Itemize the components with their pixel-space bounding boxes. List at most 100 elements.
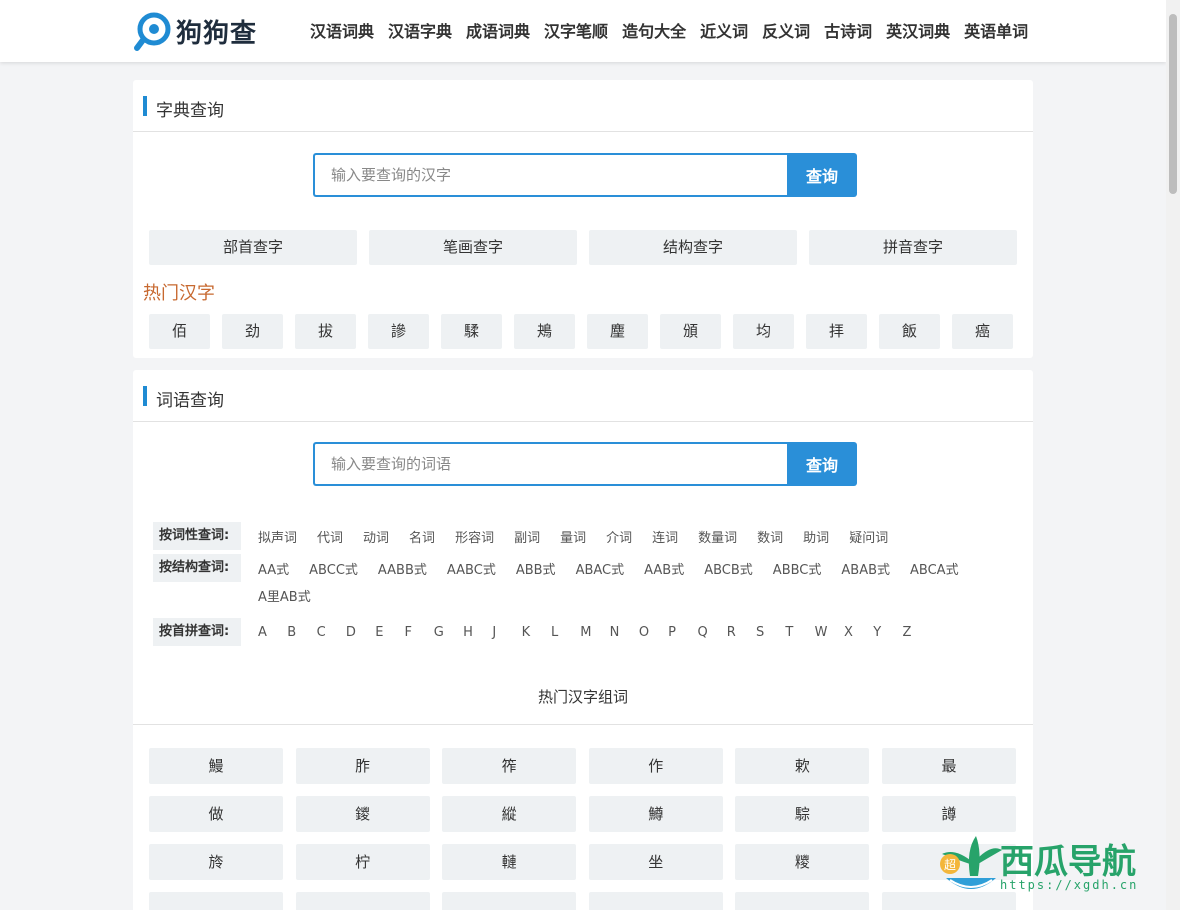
pos-link[interactable]: 疑问词 — [849, 527, 888, 546]
pos-link[interactable]: 副词 — [514, 527, 540, 546]
scrollbar-thumb[interactable] — [1169, 14, 1177, 194]
nav-item-hanyu-cidian[interactable]: 汉语词典 — [310, 18, 374, 42]
nav-item-yingyu[interactable]: 英语单词 — [964, 18, 1028, 42]
pinyin-letter-link[interactable]: P — [668, 625, 697, 640]
hot-char[interactable]: 麈 — [587, 314, 648, 349]
hot-word-item[interactable]: 糭 — [735, 844, 870, 880]
nav-item-hanyu-zidian[interactable]: 汉语字典 — [388, 18, 452, 42]
structure-link[interactable]: ABCB式 — [704, 559, 753, 578]
pinyin-letter-link[interactable]: M — [580, 625, 609, 640]
pinyin-letter-link[interactable]: W — [815, 625, 844, 640]
hot-word-item[interactable] — [442, 892, 577, 910]
pinyin-letter-link[interactable]: X — [844, 625, 873, 640]
hot-char[interactable]: 劲 — [222, 314, 283, 349]
pos-link[interactable]: 拟声词 — [258, 527, 297, 546]
pinyin-letter-link[interactable]: R — [727, 625, 756, 640]
structure-link[interactable]: AAB式 — [644, 559, 684, 578]
hot-word-item[interactable]: 鱒 — [588, 796, 723, 832]
pos-link[interactable]: 量词 — [560, 527, 586, 546]
hot-char[interactable]: 佰 — [149, 314, 210, 349]
site-logo[interactable]: 狗狗查 — [134, 10, 257, 52]
hot-word-item[interactable]: 騌 — [735, 796, 870, 832]
hot-word-item[interactable]: 鰻 — [149, 748, 283, 784]
hot-word-item[interactable]: 縱 — [442, 796, 577, 832]
pos-link[interactable]: 代词 — [317, 527, 343, 546]
structure-link[interactable]: ABBC式 — [773, 559, 822, 578]
pos-link[interactable]: 名词 — [409, 527, 435, 546]
hot-word-item[interactable]: 胙 — [295, 748, 430, 784]
nav-item-chengyu[interactable]: 成语词典 — [466, 18, 530, 42]
hot-char[interactable]: 拝 — [806, 314, 867, 349]
pinyin-letter-link[interactable]: Z — [903, 625, 932, 640]
hot-char[interactable]: 癌 — [952, 314, 1013, 349]
pinyin-letter-link[interactable]: J — [492, 625, 521, 640]
pinyin-letter-link[interactable]: G — [434, 625, 463, 640]
pos-link[interactable]: 助词 — [803, 527, 829, 546]
pinyin-letter-link[interactable]: B — [287, 625, 316, 640]
pinyin-letter-link[interactable]: Y — [873, 625, 902, 640]
pos-link[interactable]: 数量词 — [698, 527, 737, 546]
structure-link[interactable]: AABB式 — [378, 559, 427, 578]
hot-word-item[interactable]: 譐 — [881, 796, 1016, 832]
structure-link[interactable]: ABCA式 — [910, 559, 959, 578]
pos-link[interactable]: 介词 — [606, 527, 632, 546]
word-search-button[interactable]: 查询 — [787, 442, 857, 486]
pinyin-letter-link[interactable]: K — [522, 625, 551, 640]
method-radical[interactable]: 部首查字 — [149, 230, 357, 265]
structure-link[interactable]: AA式 — [258, 559, 289, 578]
pinyin-letter-link[interactable]: A — [258, 625, 287, 640]
nav-item-fanyici[interactable]: 反义词 — [762, 18, 810, 42]
hot-word-item[interactable]: 欶 — [735, 748, 870, 784]
nav-item-yinghan[interactable]: 英汉词典 — [886, 18, 950, 42]
pinyin-letter-link[interactable]: Q — [697, 625, 726, 640]
pinyin-letter-link[interactable]: L — [551, 625, 580, 640]
hot-char[interactable]: 拔 — [295, 314, 356, 349]
method-strokes[interactable]: 笔画查字 — [369, 230, 577, 265]
hot-word-item[interactable]: 筰 — [442, 748, 577, 784]
structure-link[interactable]: ABAB式 — [841, 559, 890, 578]
char-search-button[interactable]: 查询 — [787, 153, 857, 197]
char-search-input[interactable] — [313, 153, 787, 197]
pos-link[interactable]: 动词 — [363, 527, 389, 546]
word-search-input[interactable] — [313, 442, 787, 486]
hot-word-item[interactable]: 旍 — [149, 844, 283, 880]
hot-word-item[interactable]: 做 — [149, 796, 283, 832]
hot-char[interactable]: 頒 — [660, 314, 721, 349]
pos-link[interactable]: 连词 — [652, 527, 678, 546]
nav-item-gushici[interactable]: 古诗词 — [824, 18, 872, 42]
method-pinyin[interactable]: 拼音查字 — [809, 230, 1017, 265]
hot-word-item[interactable]: 坐 — [588, 844, 723, 880]
hot-char[interactable]: 謲 — [368, 314, 429, 349]
hot-char[interactable]: 鴂 — [514, 314, 575, 349]
hot-word-item[interactable]: 作 — [588, 748, 723, 784]
pinyin-letter-link[interactable]: S — [756, 625, 785, 640]
hot-char[interactable]: 飯 — [879, 314, 940, 349]
pinyin-letter-link[interactable]: D — [346, 625, 375, 640]
hot-char[interactable]: 騥 — [441, 314, 502, 349]
pinyin-letter-link[interactable]: C — [317, 625, 346, 640]
pinyin-letter-link[interactable]: O — [639, 625, 668, 640]
hot-char[interactable]: 均 — [733, 314, 794, 349]
hot-word-item[interactable] — [149, 892, 283, 910]
hot-word-item[interactable] — [588, 892, 723, 910]
hot-word-item[interactable]: 轋 — [442, 844, 577, 880]
pinyin-letter-link[interactable]: T — [785, 625, 814, 640]
structure-link[interactable]: ABAC式 — [576, 559, 625, 578]
pos-link[interactable]: 形容词 — [455, 527, 494, 546]
hot-word-item[interactable] — [295, 892, 430, 910]
structure-link[interactable]: A里AB式 — [258, 586, 311, 605]
hot-word-item[interactable]: 柠 — [295, 844, 430, 880]
method-structure[interactable]: 结构查字 — [589, 230, 797, 265]
pinyin-letter-link[interactable]: H — [463, 625, 492, 640]
pinyin-letter-link[interactable]: E — [375, 625, 404, 640]
pinyin-letter-link[interactable]: F — [404, 625, 433, 640]
structure-link[interactable]: AABC式 — [447, 559, 496, 578]
hot-word-item[interactable]: 鑁 — [295, 796, 430, 832]
hot-word-item[interactable] — [735, 892, 870, 910]
pos-link[interactable]: 数词 — [757, 527, 783, 546]
nav-item-bishun[interactable]: 汉字笔顺 — [544, 18, 608, 42]
structure-link[interactable]: ABB式 — [516, 559, 556, 578]
hot-word-item[interactable]: 最 — [881, 748, 1016, 784]
pinyin-letter-link[interactable]: N — [610, 625, 639, 640]
structure-link[interactable]: ABCC式 — [309, 559, 358, 578]
